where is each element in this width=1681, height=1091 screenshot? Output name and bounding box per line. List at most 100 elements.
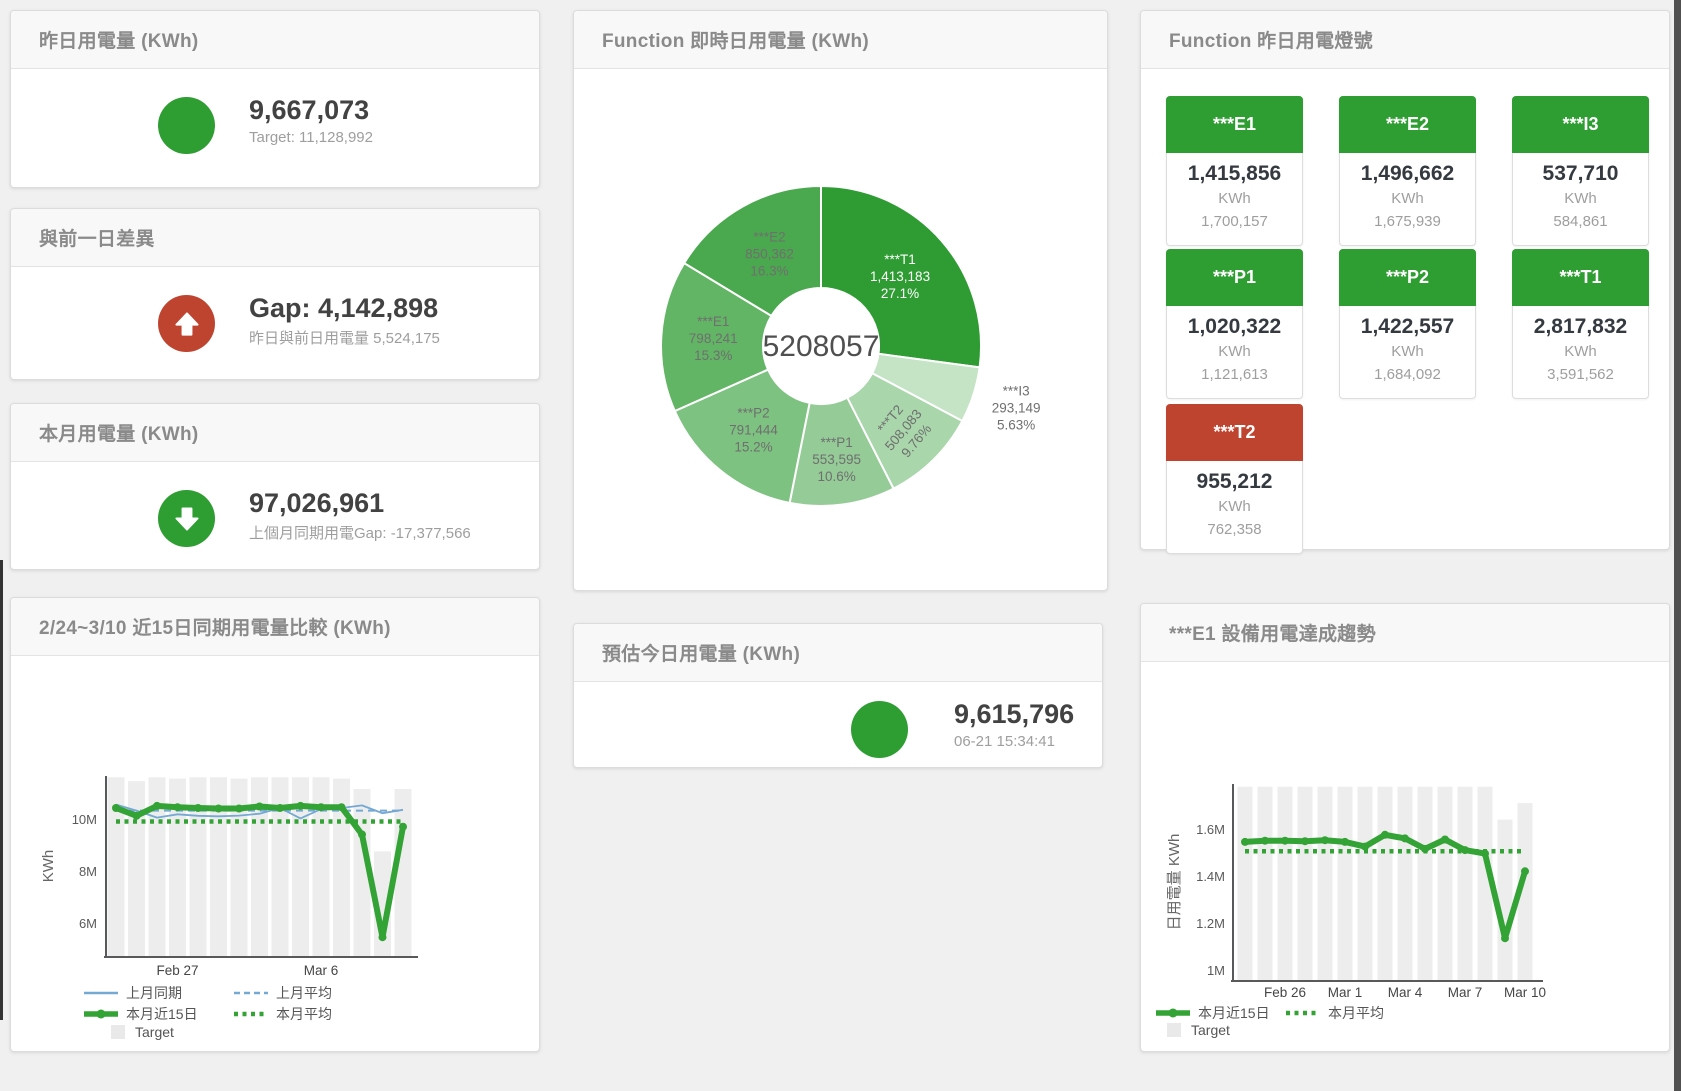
legend-item[interactable]: 本月近15日 <box>84 1006 198 1022</box>
legend-item[interactable]: Target <box>111 1024 174 1040</box>
target-bar <box>1398 787 1413 981</box>
panel-title: 本月用電量 (KWh) <box>39 419 199 446</box>
target-bar <box>1458 787 1473 981</box>
target-bar <box>1378 787 1393 981</box>
panel-header: 本月用電量 (KWh) <box>11 404 539 462</box>
x-tick-label: Mar 1 <box>1328 985 1363 1000</box>
x-tick-label: Mar 10 <box>1504 985 1546 1000</box>
status-tiles-grid: ***E11,415,856KWh1,700,157***E21,496,662… <box>1141 70 1669 549</box>
series-point <box>1381 831 1389 839</box>
panel-yesterday-usage: 昨日用電量 (KWh) 9,667,073 Target: 11,128,992 <box>10 10 540 188</box>
legend-label: 本月近15日 <box>126 1006 198 1022</box>
x-tick-label: Mar 6 <box>304 963 339 978</box>
legend-label: 本月平均 <box>276 1006 332 1022</box>
series-point <box>133 812 141 820</box>
legend-point-swatch <box>1169 1009 1178 1018</box>
stat-subtitle: 上個月同期用電Gap: -17,377,566 <box>249 522 471 543</box>
series-point <box>153 802 161 810</box>
tile-status-header: ***P2 <box>1339 249 1476 306</box>
series-point <box>235 805 243 813</box>
scrollbar[interactable] <box>1674 0 1681 1091</box>
legend-item[interactable]: 本月近15日 <box>1156 1005 1270 1021</box>
x-tick-label: Mar 4 <box>1388 985 1423 1000</box>
series-point <box>379 933 387 941</box>
panel-e1-trend-chart: ***E1 設備用電達成趨勢 1M1.2M1.4M1.6MFeb 26Mar 1… <box>1140 603 1670 1052</box>
series-point <box>1321 836 1329 844</box>
legend-item[interactable]: 本月平均 <box>234 1006 332 1022</box>
series-point <box>297 802 305 810</box>
tile-unit: KWh <box>1167 340 1302 363</box>
stat-value: 97,026,961 <box>249 488 471 518</box>
tile-unit: KWh <box>1167 495 1302 518</box>
panel-title: 2/24~3/10 近15日同期用電量比較 (KWh) <box>39 613 391 640</box>
series-point <box>1241 838 1249 846</box>
legend-item[interactable]: 本月平均 <box>1286 1005 1384 1021</box>
target-bar <box>1258 787 1273 981</box>
tile-unit: KWh <box>1513 187 1648 210</box>
e1-trend-line-chart: 1M1.2M1.4M1.6MFeb 26Mar 1Mar 4Mar 7Mar 1… <box>1141 666 1669 1053</box>
tile-body: 537,710KWh584,861 <box>1513 153 1648 245</box>
tile-target: 3,591,562 <box>1513 363 1648 386</box>
status-light-tile: ***T2955,212KWh762,358 <box>1166 404 1303 554</box>
target-bar <box>1238 787 1253 981</box>
legend-item[interactable]: 上月同期 <box>84 985 182 1001</box>
tile-body: 1,020,322KWh1,121,613 <box>1167 306 1302 398</box>
tile-value: 1,496,662 <box>1340 160 1475 187</box>
target-bar <box>1338 787 1353 981</box>
panel-header: 昨日用電量 (KWh) <box>11 11 539 69</box>
status-light-tile: ***P21,422,557KWh1,684,092 <box>1339 249 1476 399</box>
series-point <box>1521 867 1529 875</box>
stat-subtitle: Target: 11,128,992 <box>249 129 373 146</box>
series-point <box>1481 850 1489 858</box>
legend-label: 上月平均 <box>276 985 332 1001</box>
tile-status-header: ***T2 <box>1166 404 1303 461</box>
target-bar <box>1438 787 1453 981</box>
status-dot-icon <box>158 97 215 154</box>
status-light-tile: ***P11,020,322KWh1,121,613 <box>1166 249 1303 399</box>
legend-square-swatch <box>111 1025 125 1039</box>
legend-item[interactable]: Target <box>1167 1022 1230 1038</box>
tile-status-header: ***P1 <box>1166 249 1303 306</box>
panel-title: Function 昨日用電燈號 <box>1169 26 1373 53</box>
y-axis-label: KWh <box>40 850 57 883</box>
legend-item[interactable]: 上月平均 <box>234 985 332 1001</box>
tile-status-header: ***I3 <box>1512 96 1649 153</box>
panel-day-gap: 與前一日差異 Gap: 4,142,898 昨日與前日用電量 5,524,175 <box>10 208 540 380</box>
legend-label: Target <box>1191 1022 1230 1038</box>
tile-body: 1,422,557KWh1,684,092 <box>1340 306 1475 398</box>
target-bar <box>210 777 227 957</box>
panel-title: 昨日用電量 (KWh) <box>39 26 199 53</box>
y-tick-label: 1M <box>1207 963 1225 978</box>
window-edge <box>0 560 3 1020</box>
tile-target: 1,684,092 <box>1340 363 1475 386</box>
tile-status-header: ***E1 <box>1166 96 1303 153</box>
panel-title: 與前一日差異 <box>39 224 155 251</box>
arrow-up-icon <box>158 295 215 352</box>
series-point <box>1281 837 1289 845</box>
tile-unit: KWh <box>1340 340 1475 363</box>
series-point <box>1421 845 1429 853</box>
stat-subtitle: 06-21 15:34:41 <box>954 733 1074 750</box>
tile-target: 1,121,613 <box>1167 363 1302 386</box>
tile-body: 955,212KWh762,358 <box>1167 461 1302 553</box>
tile-target: 1,700,157 <box>1167 210 1302 233</box>
series-point <box>194 804 202 812</box>
tile-target: 584,861 <box>1513 210 1648 233</box>
series-point <box>358 831 366 839</box>
tile-unit: KWh <box>1340 187 1475 210</box>
tile-status-header: ***T1 <box>1512 249 1649 306</box>
series-point <box>399 823 407 831</box>
dashboard: 昨日用電量 (KWh) 9,667,073 Target: 11,128,992… <box>0 0 1681 1091</box>
legend-square-swatch <box>1167 1023 1181 1037</box>
series-point <box>256 803 264 811</box>
y-tick-label: 1.6M <box>1196 822 1225 837</box>
target-bar <box>1298 787 1313 981</box>
series-point <box>1261 837 1269 845</box>
panel-today-estimate: 預估今日用電量 (KWh) 9,615,796 06-21 15:34:41 <box>573 623 1103 768</box>
target-bar <box>1498 820 1513 981</box>
status-light-tile: ***I3537,710KWh584,861 <box>1512 96 1649 246</box>
tile-target: 762,358 <box>1167 518 1302 541</box>
series-point <box>1301 837 1309 845</box>
panel-15day-comparison-chart: 2/24~3/10 近15日同期用電量比較 (KWh) 6M8M10MFeb 2… <box>10 597 540 1052</box>
tile-body: 1,496,662KWh1,675,939 <box>1340 153 1475 245</box>
